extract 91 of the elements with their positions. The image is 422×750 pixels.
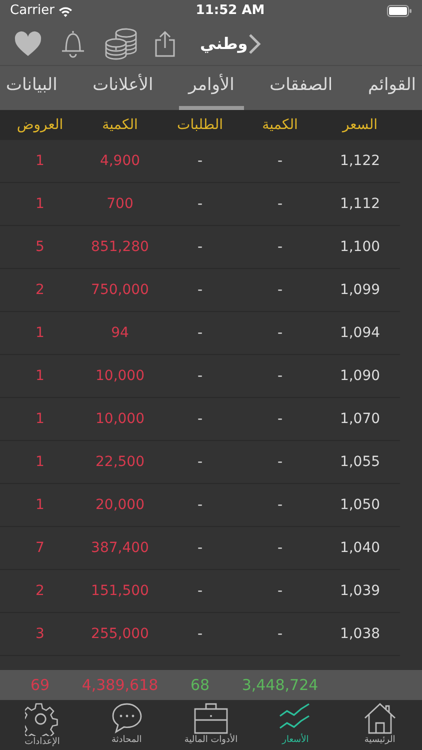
table-cell-text: 1 [34,452,46,472]
table-cell-text: - [196,582,204,600]
carrier-label: Carrier [10,2,54,20]
chevron-icon[interactable] [248,32,262,54]
table-cell-text: 4,900 [98,152,142,170]
share-icon[interactable] [154,30,176,58]
table-cell-text: 1,070 [338,410,382,428]
table-cell-text: 2 [34,582,46,600]
table-cell-text: - [196,324,204,342]
tab-bar-item[interactable]: الأسعار [253,700,338,750]
battery-icon [387,5,412,17]
table-cell-text: 1,055 [338,452,382,472]
table-cell-text: 851,280 [90,238,150,256]
total-value: 69 [29,674,51,696]
table-cell-text: 1,122 [338,152,382,170]
column-header: الكمية [101,116,139,134]
table-cell-text: 1,038 [338,624,382,644]
table-cell-text: - [276,538,284,558]
table-cell-text: - [196,152,204,170]
table-cell-text: 20,000 [94,496,146,514]
table-cell-text: - [196,366,204,386]
table-cell-text: 1,040 [338,538,382,558]
table-cell-text: 1 [34,410,46,428]
tab[interactable]: القوائم [358,66,422,110]
table-cell-text: 1,100 [338,238,382,256]
tab-bar-item[interactable]: الإعدادات [0,700,84,750]
table-cell-text: - [276,324,284,342]
table-cell-text: 1,050 [338,496,382,514]
total-value: 4,389,618 [80,674,160,696]
tab[interactable]: الصفقات [260,66,343,110]
table-cell-text: 1 [34,152,46,170]
table-cell-text: 10,000 [94,366,146,386]
table-cell-text: - [196,538,204,558]
table-cell-text: - [276,152,284,170]
table-cell-text: 1,094 [338,324,382,342]
column-header: الكمية [261,116,299,134]
table-cell-text: - [276,496,284,514]
table-cell-text: - [196,280,204,300]
table-cell-text: 10,000 [94,410,146,428]
table-cell-text: 1,039 [338,582,382,600]
table-cell-text: 7 [34,538,46,558]
table-cell-text: 1 [34,194,46,214]
table-cell-text: 151,500 [90,582,150,600]
table-cell-text: 387,400 [90,538,150,558]
table-cell-text: 1 [34,366,46,386]
table-cell-text: 2 [34,280,46,300]
column-header: العروض [16,116,64,134]
wifi-icon [58,6,74,16]
table-cell-text: 94 [110,324,130,342]
table-cell-text: 22,500 [94,452,146,472]
total-value: 3,448,724 [240,674,320,696]
table-cell-text: - [276,366,284,386]
table-cell-text: - [196,624,204,644]
table-cell-text: - [196,238,204,256]
table-cell-text: 3 [34,624,46,644]
briefcase-icon [193,702,230,734]
table-cell-text: - [276,582,284,600]
table-cell-text: - [196,496,204,514]
table-cell-text: - [276,624,284,644]
total-value: 68 [189,674,211,696]
table-cell-text: 5 [34,238,46,256]
table-cell-text: - [276,410,284,428]
table-cell-text: 1 [34,496,46,514]
table-cell-text: - [276,452,284,472]
table-cell-text: 700 [106,194,134,214]
table-cell-text: 1,099 [338,280,382,300]
table-cell-text: - [276,194,284,214]
tab[interactable]: الأعلانات [82,66,164,110]
tab-bar-item[interactable]: الأدوات المالية [168,700,254,750]
column-header: الطلبات [176,116,224,134]
table-cell-text: 1,112 [338,194,382,214]
chat-bubble-icon [110,702,143,734]
table-cell-text: - [276,280,284,300]
table-cell-text: 1,090 [338,366,382,386]
column-header: السعر [340,116,379,134]
table-cell-text: - [276,238,284,256]
table-cell-text: 1 [34,324,46,342]
table-cell-text: 750,000 [90,280,150,300]
tab-bar-item[interactable]: الرئيسية [338,700,422,750]
table-cell-text: - [196,194,204,214]
tab-bar-item[interactable]: المحادثة [84,700,169,750]
table-cell-text: - [196,410,204,428]
settings-icon [25,702,60,736]
table-cell-text: - [196,452,204,472]
tab[interactable]: البيانات [0,66,68,110]
coins-icon[interactable] [104,26,138,60]
heart-icon[interactable] [14,30,42,56]
stock-title: وطني [200,32,248,55]
table-cell-text: 255,000 [90,624,150,644]
time-label: 11:52 AM [196,2,265,20]
home-icon [362,702,397,734]
